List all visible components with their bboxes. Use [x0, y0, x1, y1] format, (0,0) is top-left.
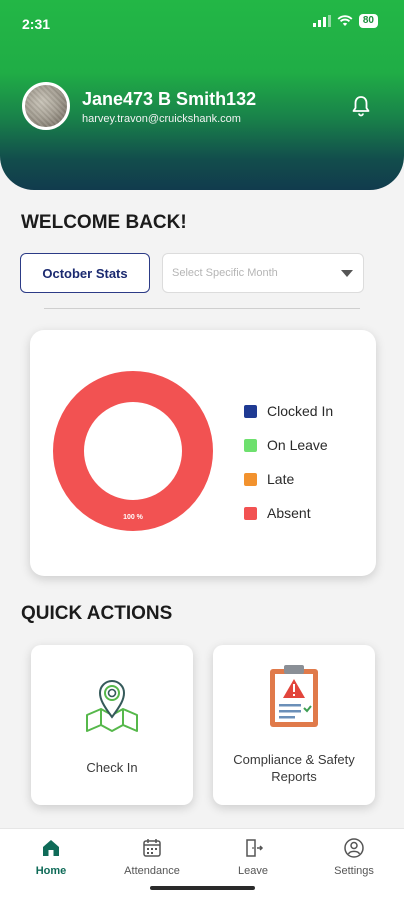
battery-indicator: 80: [358, 14, 378, 28]
nav-item-home[interactable]: Home: [11, 837, 91, 877]
legend-swatch-on-leave: [244, 438, 257, 452]
calendar-icon: [143, 839, 161, 857]
notification-bell-icon[interactable]: [349, 94, 373, 118]
legend-item-clocked-in: Clocked In: [244, 394, 333, 428]
legend-label-late: Late: [267, 471, 295, 487]
user-email: harvey.travon@cruickshank.com: [82, 113, 241, 125]
legend-label-clocked-in: Clocked In: [267, 403, 334, 419]
user-name: Jane473 B Smith132: [82, 89, 257, 109]
door-exit-icon: [246, 839, 264, 857]
legend-item-on-leave: On Leave: [244, 428, 333, 462]
home-icon: [43, 840, 59, 856]
attendance-chart-card: 100 % Clocked In On Leave Late Absent: [30, 330, 376, 576]
check-in-label: Check In: [86, 760, 138, 775]
divider: [44, 308, 360, 309]
donut-data-label: 100 %: [123, 514, 143, 521]
signal-icon: [312, 15, 331, 27]
clipboard-warning-icon: [213, 663, 375, 731]
welcome-heading: WELCOME BACK!: [21, 212, 187, 233]
nav-item-leave[interactable]: Leave: [213, 837, 293, 877]
compliance-safety-reports-card[interactable]: Compliance & Safety Reports: [213, 645, 375, 805]
legend-swatch-absent: [244, 506, 257, 520]
attendance-donut-chart: [53, 371, 213, 531]
legend-swatch-clocked-in: [244, 404, 257, 418]
nav-label-attendance: Attendance: [124, 865, 180, 877]
user-gear-icon: [344, 838, 364, 858]
profile-header: 2:31 80 Jane473 B Smith132 harvey.travon…: [0, 0, 404, 190]
status-icons: 80: [312, 14, 378, 28]
donut-slice-absent: [53, 371, 213, 531]
compliance-safety-reports-label: Compliance & Safety Reports: [233, 752, 355, 784]
quick-actions-heading: QUICK ACTIONS: [21, 603, 173, 624]
legend-item-absent: Absent: [244, 496, 333, 530]
home-indicator: [150, 886, 255, 890]
legend-item-late: Late: [244, 462, 333, 496]
avatar[interactable]: [22, 82, 70, 130]
map-location-icon: [31, 671, 193, 737]
month-stats-button[interactable]: October Stats: [20, 253, 150, 293]
nav-label-settings: Settings: [334, 865, 374, 877]
wifi-icon: [337, 15, 353, 26]
nav-item-settings[interactable]: Settings: [314, 837, 394, 877]
legend-label-on-leave: On Leave: [267, 437, 328, 453]
chevron-down-icon: [341, 270, 353, 277]
nav-label-home: Home: [35, 865, 67, 877]
month-select[interactable]: Select Specific Month: [162, 253, 364, 293]
nav-item-attendance[interactable]: Attendance: [112, 837, 192, 877]
check-in-card[interactable]: Check In: [31, 645, 193, 805]
legend-swatch-late: [244, 472, 257, 486]
month-select-placeholder: Select Specific Month: [172, 267, 278, 279]
legend-label-absent: Absent: [267, 505, 311, 521]
status-time: 2:31: [22, 16, 51, 32]
chart-legend: Clocked In On Leave Late Absent: [244, 394, 333, 530]
nav-label-leave: Leave: [238, 865, 268, 877]
